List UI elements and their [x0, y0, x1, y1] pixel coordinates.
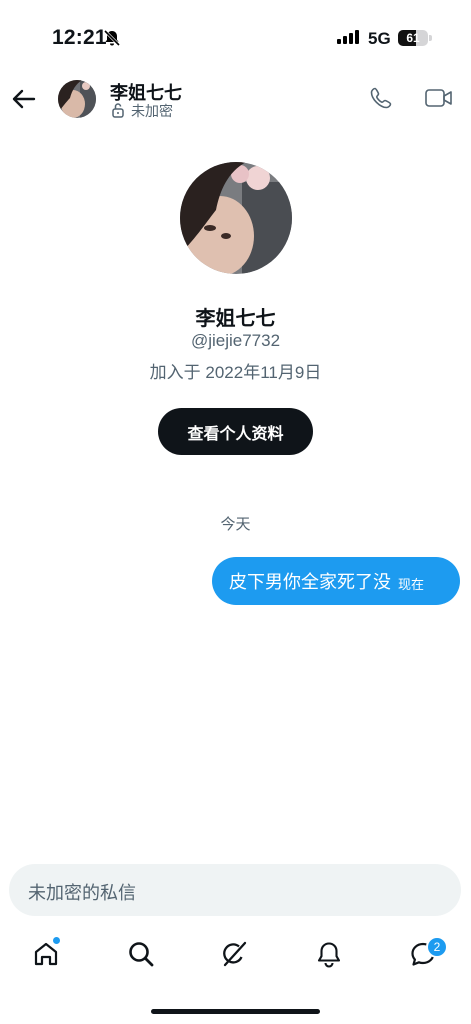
header-avatar[interactable]	[58, 80, 96, 118]
avatar-image	[58, 80, 96, 118]
profile-avatar[interactable]	[180, 162, 292, 274]
phone-call-icon[interactable]	[369, 86, 393, 110]
avatar-image	[180, 162, 292, 274]
unlock-icon	[112, 103, 124, 118]
home-notification-dot	[53, 937, 60, 944]
home-indicator	[151, 1009, 320, 1014]
battery-level: 61	[406, 31, 420, 45]
notifications-bell-icon[interactable]	[315, 940, 343, 968]
network-label: 5G	[368, 29, 391, 48]
home-icon[interactable]	[32, 940, 60, 968]
back-arrow-icon[interactable]	[10, 86, 36, 112]
day-separator: 今天	[220, 516, 251, 533]
message-input-placeholder: 未加密的私信	[28, 883, 136, 903]
battery-tip	[429, 35, 432, 41]
signal-icon	[337, 30, 359, 44]
video-call-icon[interactable]	[425, 88, 453, 108]
view-profile-button[interactable]: 查看个人资料	[158, 408, 313, 455]
message-text: 皮下男你全家死了没	[229, 572, 391, 592]
messages-badge: 2	[426, 936, 448, 958]
status-time: 12:21	[52, 26, 107, 49]
message-time: 现在	[398, 576, 425, 592]
profile-join-date: 加入于 2022年11月9日	[149, 363, 322, 382]
profile-name: 李姐七七	[195, 308, 276, 330]
bell-muted-icon	[103, 29, 121, 47]
message-bubble[interactable]: 皮下男你全家死了没 现在	[212, 557, 460, 605]
profile-handle: @jiejie7732	[190, 331, 281, 350]
encryption-status: 未加密	[131, 103, 173, 119]
battery-indicator: 61	[398, 30, 428, 46]
grok-icon[interactable]	[220, 940, 248, 968]
search-icon[interactable]	[127, 940, 155, 968]
